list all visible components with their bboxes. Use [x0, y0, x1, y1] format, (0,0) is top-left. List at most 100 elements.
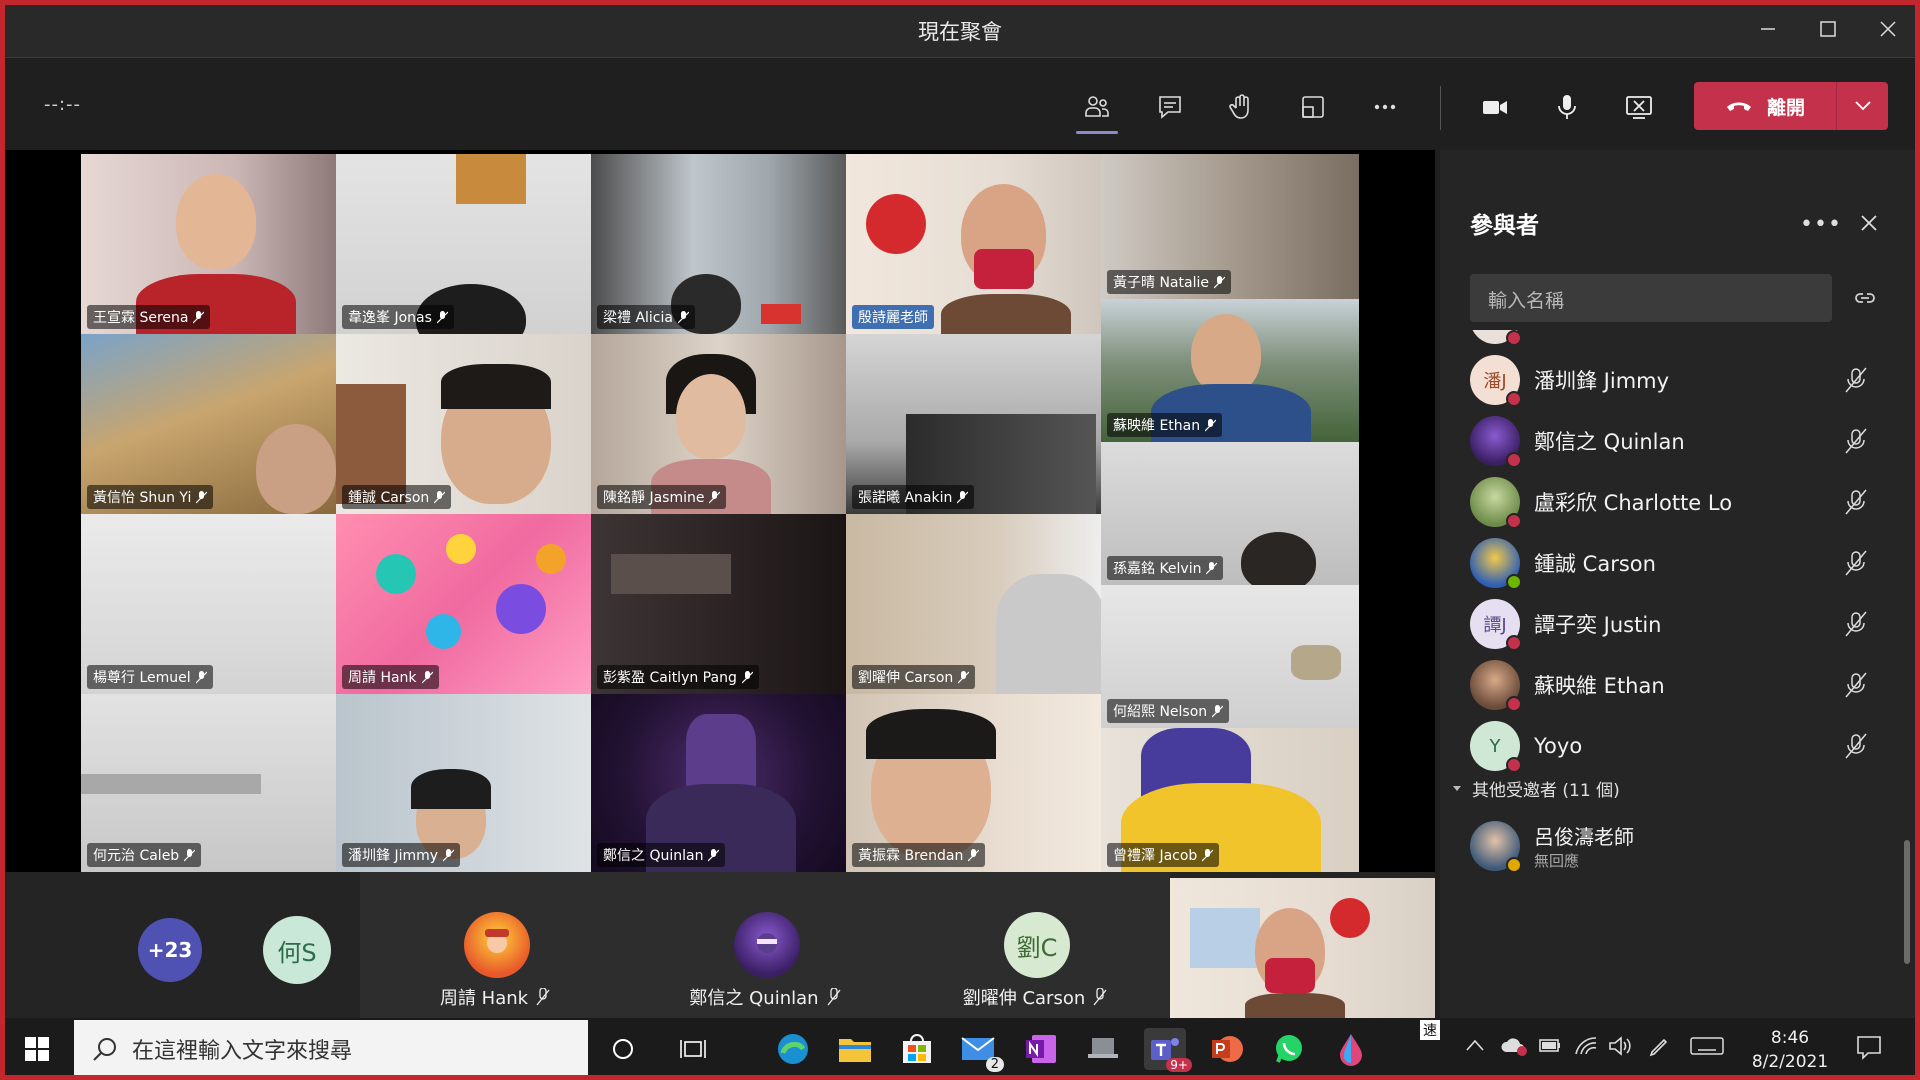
- video-tile[interactable]: 劉曜伸 Carson: [846, 514, 1101, 694]
- system-clock[interactable]: 8:46 8/2/2021: [1742, 1026, 1838, 1074]
- mic-off-icon[interactable]: [1842, 671, 1870, 699]
- action-center-button[interactable]: [1856, 1034, 1882, 1064]
- invitee-status: 無回應: [1534, 852, 1580, 870]
- task-view-icon: [680, 1040, 706, 1058]
- maximize-button[interactable]: [1800, 8, 1856, 50]
- participant-row[interactable]: Y Yoyo: [1470, 716, 1870, 776]
- avatar: [1470, 477, 1522, 529]
- self-view-video[interactable]: [1170, 878, 1435, 1018]
- share-invite-button[interactable]: [1853, 286, 1877, 310]
- video-tile[interactable]: 王宣霖 Serena: [81, 154, 336, 334]
- leave-options-dropdown[interactable]: [1836, 82, 1888, 130]
- participants-button[interactable]: [1070, 80, 1124, 134]
- video-tile[interactable]: 蘇映維 Ethan: [1101, 299, 1359, 442]
- mic-off-icon[interactable]: [1842, 549, 1870, 577]
- video-tile[interactable]: 潘圳鋒 Jimmy: [336, 694, 591, 872]
- start-button[interactable]: [16, 1028, 58, 1070]
- video-tile[interactable]: 何元治 Caleb: [81, 694, 336, 872]
- ime-indicator[interactable]: 速: [1420, 1020, 1440, 1040]
- panel-scrollbar[interactable]: [1904, 840, 1910, 964]
- mic-off-icon: [1213, 275, 1225, 288]
- participant-search-input[interactable]: 輸入名稱: [1470, 274, 1832, 322]
- video-tile[interactable]: 殷詩麗老師: [846, 154, 1101, 334]
- more-actions-button[interactable]: [1358, 80, 1412, 134]
- stop-share-button[interactable]: [1612, 80, 1666, 134]
- camera-icon: [1483, 101, 1507, 114]
- avatar[interactable]: 何S: [263, 916, 331, 984]
- avatar-initials: 譚J: [1483, 615, 1507, 636]
- cortana-button[interactable]: [602, 1028, 644, 1070]
- touch-keyboard-button[interactable]: [1690, 1036, 1724, 1060]
- video-tile[interactable]: 黃子晴 Natalie: [1101, 154, 1359, 299]
- mail-app[interactable]: 2: [958, 1028, 1004, 1072]
- participant-row[interactable]: 盧彩欣 Charlotte Lo: [1470, 472, 1870, 532]
- video-tile[interactable]: 彭紫盈 Caitlyn Pang: [591, 514, 846, 694]
- video-tile[interactable]: 陳銘靜 Jasmine: [591, 334, 846, 514]
- battery-status[interactable]: [1538, 1036, 1562, 1058]
- more-participants-button[interactable]: +23: [138, 918, 202, 982]
- minimize-button[interactable]: [1740, 8, 1796, 50]
- video-tile[interactable]: 張諾曦 Anakin: [846, 334, 1101, 514]
- avatar: Y: [1470, 721, 1522, 773]
- laptop-app[interactable]: [1082, 1028, 1124, 1070]
- video-tile[interactable]: 孫嘉銘 Kelvin: [1101, 442, 1359, 585]
- pen-workspace-button[interactable]: [1648, 1036, 1670, 1062]
- powerpoint-app[interactable]: [1206, 1028, 1248, 1070]
- show-hidden-icons-button[interactable]: [1466, 1036, 1484, 1055]
- paint-app[interactable]: [1330, 1028, 1372, 1070]
- leave-button[interactable]: 離開: [1694, 82, 1836, 130]
- video-tile[interactable]: 何紹熙 Nelson: [1101, 585, 1359, 728]
- chat-button[interactable]: [1143, 80, 1197, 134]
- whatsapp-app[interactable]: [1268, 1028, 1310, 1070]
- camera-button[interactable]: [1468, 80, 1522, 134]
- mic-off-icon[interactable]: [1842, 488, 1870, 516]
- avatar-initials: 潘J: [1483, 371, 1507, 392]
- volume-control[interactable]: [1608, 1036, 1632, 1060]
- mic-off-icon[interactable]: [1842, 732, 1870, 760]
- invitee-row[interactable]: 呂俊濤老師 無回應: [1470, 816, 1870, 876]
- task-view-button[interactable]: [672, 1028, 714, 1070]
- mic-off-icon[interactable]: [1842, 610, 1870, 638]
- onedrive-status[interactable]: [1500, 1036, 1528, 1060]
- network-status[interactable]: [1574, 1036, 1598, 1060]
- participant-tile-quinlan[interactable]: 鄭信之 Quinlan: [630, 872, 900, 1018]
- participant-tile-carson[interactable]: 劉C 劉曜伸 Carson: [900, 872, 1170, 1018]
- participant-tile-hank[interactable]: 周請 Hank: [360, 872, 630, 1018]
- video-tile[interactable]: 梁禮 Alicia: [591, 154, 846, 334]
- video-tile[interactable]: 楊尊行 Lemuel: [81, 514, 336, 694]
- store-app[interactable]: [896, 1028, 938, 1070]
- video-tile[interactable]: 鍾誠 Carson: [336, 334, 591, 514]
- participant-row[interactable]: 潘J 潘圳鋒 Jimmy: [1470, 350, 1870, 410]
- participant-name: Yoyo: [1534, 734, 1583, 758]
- mic-off-icon[interactable]: [1842, 366, 1870, 394]
- edge-app[interactable]: [772, 1028, 814, 1070]
- teams-app[interactable]: 9+: [1144, 1028, 1192, 1072]
- video-tile[interactable]: 黃振霖 Brendan: [846, 694, 1101, 872]
- participant-row[interactable]: 譚J 譚子奕 Justin: [1470, 594, 1870, 654]
- rooms-button[interactable]: [1286, 80, 1340, 134]
- raise-hand-button[interactable]: [1214, 80, 1268, 134]
- video-tile[interactable]: 鄭信之 Quinlan: [591, 694, 846, 872]
- video-tile[interactable]: 韋逸峯 Jonas: [336, 154, 591, 334]
- taskbar-search-placeholder: 在這裡輸入文字來搜尋: [132, 1039, 353, 1064]
- participant-row[interactable]: 鍾誠 Carson: [1470, 533, 1870, 593]
- avatar: [1470, 416, 1522, 468]
- mic-button[interactable]: [1540, 80, 1594, 134]
- panel-close-button[interactable]: [1860, 210, 1878, 238]
- status-dot: [1506, 635, 1522, 651]
- avatar: [734, 912, 800, 978]
- video-tile[interactable]: 黃信怡 Shun Yi: [81, 334, 336, 514]
- other-invitees-header[interactable]: 其他受邀者 (11 個): [1452, 776, 1620, 801]
- panel-more-options-button[interactable]: •••: [1800, 212, 1842, 237]
- participant-row[interactable]: 蘇映維 Ethan: [1470, 655, 1870, 715]
- participant-row[interactable]: 鄭信之 Quinlan: [1470, 411, 1870, 471]
- file-explorer-app[interactable]: [834, 1028, 876, 1070]
- video-tile[interactable]: 周請 Hank: [336, 514, 591, 694]
- status-dot: [1506, 857, 1522, 873]
- mic-off-icon[interactable]: [1842, 427, 1870, 455]
- video-tile[interactable]: 曾禮澤 Jacob: [1101, 728, 1359, 872]
- taskbar-search-input[interactable]: 在這裡輸入文字來搜尋: [74, 1020, 588, 1078]
- onenote-app[interactable]: [1020, 1028, 1062, 1070]
- close-window-button[interactable]: [1860, 8, 1916, 50]
- chevron-up-icon: [1466, 1039, 1484, 1051]
